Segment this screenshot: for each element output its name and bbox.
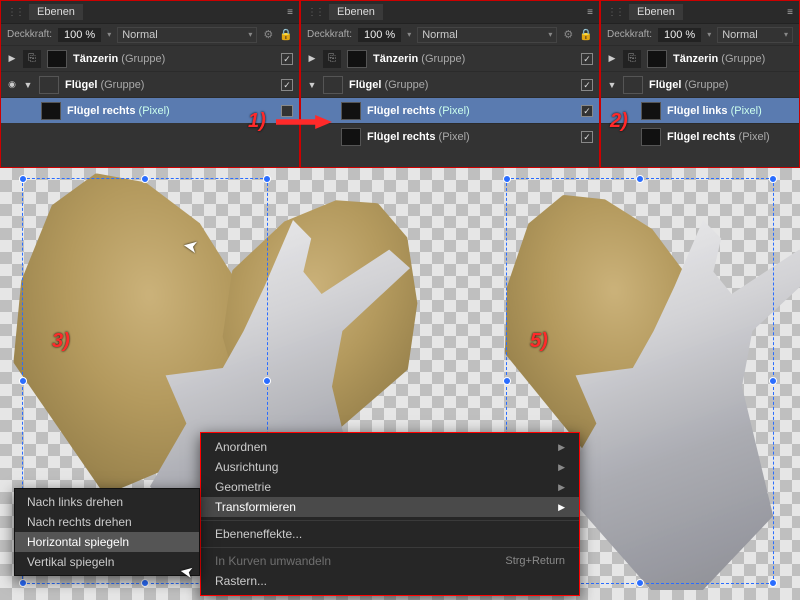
- layers-panel-1: ⋮⋮ Ebenen ≡ Deckkraft: 100 % ▾ Normal▾ ⚙…: [0, 0, 300, 168]
- submenu-flip-horizontal[interactable]: Horizontal spiegeln: [15, 532, 199, 552]
- panel-tabbar: ⋮⋮ Ebenen ≡: [1, 1, 299, 23]
- submenu-flip-vertical[interactable]: Vertikal spiegeln: [15, 552, 199, 572]
- layer-group-taenzerin[interactable]: ▶⎘Tänzerin (Gruppe): [601, 45, 799, 71]
- chevron-down-icon[interactable]: ▾: [107, 30, 111, 39]
- panel-tab[interactable]: Ebenen: [629, 4, 683, 20]
- layer-name: Flügel rechts (Pixel): [67, 105, 275, 117]
- link-icon: ⎘: [23, 50, 41, 68]
- layer-fluegel-rechts-2[interactable]: Flügel rechts (Pixel): [301, 123, 599, 149]
- visibility-checkbox[interactable]: [281, 105, 293, 117]
- panel-grip-icon[interactable]: ⋮⋮: [7, 7, 23, 18]
- blendmode-select[interactable]: Normal▾: [717, 27, 793, 43]
- menu-item-in-kurven[interactable]: In Kurven umwandelnStrg+Return: [201, 551, 579, 571]
- layer-group-taenzerin[interactable]: ▶ ⎘ Tänzerin (Gruppe): [1, 45, 299, 71]
- menu-item-transformieren[interactable]: Transformieren▶: [201, 497, 579, 517]
- layer-fluegel-links[interactable]: Flügel links (Pixel): [601, 97, 799, 123]
- blendmode-select[interactable]: Normal▾: [417, 27, 557, 43]
- visibility-checkbox[interactable]: [581, 105, 593, 117]
- visibility-checkbox[interactable]: [281, 79, 293, 91]
- visibility-checkbox[interactable]: [581, 53, 593, 65]
- layer-fluegel-rechts[interactable]: Flügel rechts (Pixel): [601, 123, 799, 149]
- blendmode-select[interactable]: Normal▾: [117, 27, 257, 43]
- transform-submenu: Nach links drehen Nach rechts drehen Hor…: [14, 488, 200, 576]
- step-marker-3: 3): [52, 330, 70, 353]
- layer-name: Tänzerin (Gruppe): [73, 53, 275, 65]
- step-marker-1: 1): [248, 110, 266, 133]
- panel-menu-icon[interactable]: ≡: [787, 7, 793, 18]
- layer-group-fluegel[interactable]: ▼Flügel (Gruppe): [601, 71, 799, 97]
- layer-group-taenzerin[interactable]: ▶⎘Tänzerin (Gruppe): [301, 45, 599, 71]
- visibility-checkbox[interactable]: [581, 131, 593, 143]
- step-marker-5: 5): [530, 330, 548, 353]
- eye-icon[interactable]: ◉: [7, 79, 17, 90]
- visibility-checkbox[interactable]: [281, 53, 293, 65]
- menu-separator: [201, 547, 579, 548]
- menu-item-ebeneneffekte[interactable]: Ebeneneffekte...: [201, 524, 579, 544]
- opacity-value[interactable]: 100 %: [658, 28, 701, 42]
- opacity-value[interactable]: 100 %: [58, 28, 101, 42]
- opacity-label: Deckkraft:: [607, 29, 652, 40]
- opacity-label: Deckkraft:: [7, 29, 52, 40]
- visibility-checkbox[interactable]: [581, 79, 593, 91]
- blendmode-value: Normal: [122, 29, 157, 41]
- panel-options-row: Deckkraft: 100 % ▾ Normal▾ ⚙ 🔒: [1, 23, 299, 45]
- layer-fluegel-rechts[interactable]: Flügel rechts (Pixel): [301, 97, 599, 123]
- panel-menu-icon[interactable]: ≡: [587, 7, 593, 18]
- panel-tab[interactable]: Ebenen: [329, 4, 383, 20]
- layers-panel-3: ⋮⋮Ebenen≡ Deckkraft: 100 %▾ Normal▾ ▶⎘Tä…: [600, 0, 800, 168]
- submenu-rotate-left[interactable]: Nach links drehen: [15, 492, 199, 512]
- layer-thumb: [39, 76, 59, 94]
- layer-thumb: [41, 102, 61, 120]
- lock-icon[interactable]: 🔒: [279, 28, 293, 41]
- layer-name: Flügel (Gruppe): [65, 79, 275, 91]
- menu-item-anordnen[interactable]: Anordnen▶: [201, 437, 579, 457]
- panel-menu-icon[interactable]: ≡: [287, 7, 293, 18]
- panel-tab[interactable]: Ebenen: [29, 4, 83, 20]
- gear-icon[interactable]: ⚙: [263, 28, 273, 41]
- menu-item-rastern[interactable]: Rastern...: [201, 571, 579, 591]
- opacity-label: Deckkraft:: [307, 29, 352, 40]
- submenu-rotate-right[interactable]: Nach rechts drehen: [15, 512, 199, 532]
- step-marker-2: 2): [610, 110, 628, 133]
- lock-icon[interactable]: 🔒: [579, 28, 593, 41]
- layer-thumb: [47, 50, 67, 68]
- disclosure-open-icon[interactable]: ▼: [23, 80, 33, 90]
- disclosure-closed-icon[interactable]: ▶: [7, 53, 17, 64]
- gear-icon[interactable]: ⚙: [563, 28, 573, 41]
- layers-panel-2: ⋮⋮Ebenen≡ Deckkraft: 100 %▾ Normal▾ ⚙🔒 ▶…: [300, 0, 600, 168]
- menu-separator: [201, 520, 579, 521]
- layer-group-fluegel[interactable]: ◉ ▼ Flügel (Gruppe): [1, 71, 299, 97]
- layer-group-fluegel[interactable]: ▼Flügel (Gruppe): [301, 71, 599, 97]
- context-menu: Anordnen▶ Ausrichtung▶ Geometrie▶ Transf…: [200, 432, 580, 596]
- opacity-value[interactable]: 100 %: [358, 28, 401, 42]
- layer-list: ▶ ⎘ Tänzerin (Gruppe) ◉ ▼ Flügel (Gruppe…: [1, 45, 299, 167]
- menu-item-geometrie[interactable]: Geometrie▶: [201, 477, 579, 497]
- menu-item-ausrichtung[interactable]: Ausrichtung▶: [201, 457, 579, 477]
